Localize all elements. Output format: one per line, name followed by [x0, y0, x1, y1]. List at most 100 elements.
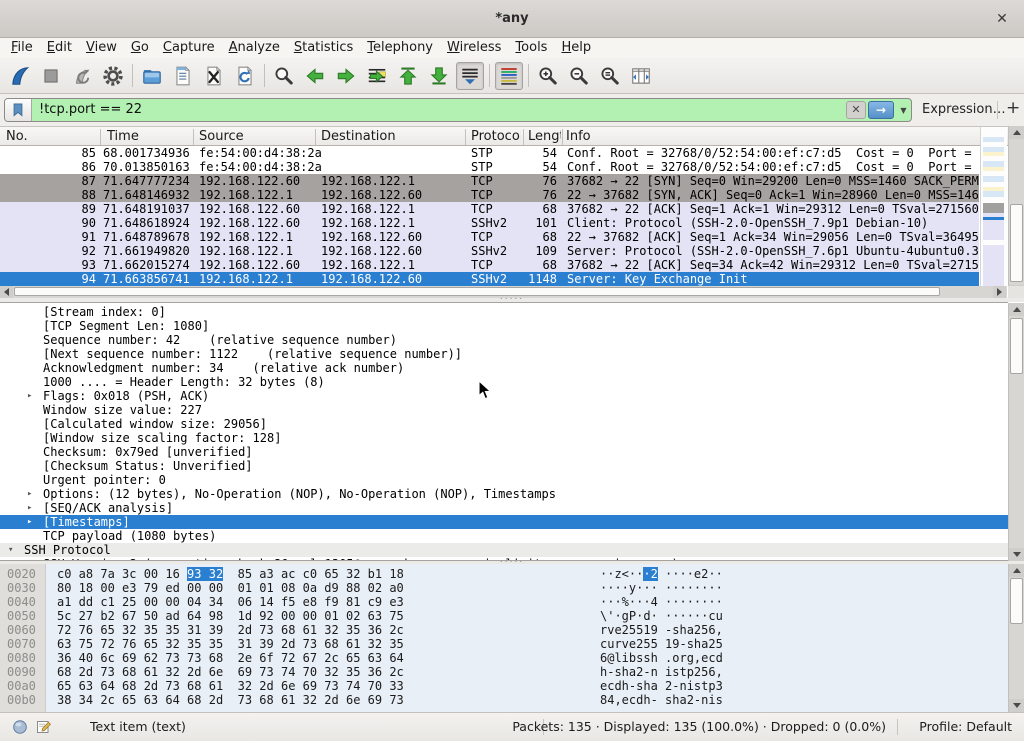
go-back-button[interactable] — [301, 62, 329, 90]
detail-line[interactable]: ▾SSH Protocol — [0, 543, 1008, 557]
hex-bytes[interactable]: 63 75 72 76 65 32 35 35 31 39 2d 73 68 6… — [57, 637, 404, 651]
bytes-vscrollbar[interactable] — [1008, 564, 1024, 712]
hex-row-0090[interactable]: 009068 2d 73 68 61 32 2d 6e 69 73 74 70 … — [0, 665, 1008, 679]
packet-list-vscrollbar[interactable] — [1008, 126, 1024, 298]
column-header-time[interactable]: Time — [107, 127, 167, 147]
expression-button[interactable]: Expression… — [922, 102, 1006, 117]
restart-capture-button[interactable] — [68, 62, 96, 90]
hex-row-0060[interactable]: 006072 76 65 32 35 35 31 39 2d 73 68 61 … — [0, 623, 1008, 637]
column-separator[interactable] — [315, 129, 316, 145]
column-header-protocol[interactable]: Protocol — [471, 127, 521, 147]
menu-analyze[interactable]: Analyze — [222, 38, 287, 58]
column-header-info[interactable]: Info — [566, 127, 626, 147]
title-bar[interactable]: *any ✕ — [0, 0, 1024, 38]
hex-row-0050[interactable]: 00505c 27 b2 67 50 ad 64 98 1d 92 00 00 … — [0, 609, 1008, 623]
go-to-packet-button[interactable] — [363, 62, 391, 90]
column-separator[interactable] — [562, 129, 563, 145]
expander-closed-icon[interactable]: ▸ — [27, 501, 32, 515]
expander-open-icon[interactable]: ▾ — [8, 543, 13, 557]
hex-bytes[interactable]: 80 18 00 e3 79 ed 00 00 01 01 08 0a d9 8… — [57, 581, 404, 595]
menu-tools[interactable]: Tools — [508, 38, 554, 58]
packet-row-93[interactable]: 9371.662015274192.168.122.60192.168.122.… — [0, 258, 979, 272]
packet-row-91[interactable]: 9171.648789678192.168.122.1192.168.122.6… — [0, 230, 979, 244]
close-icon[interactable]: ✕ — [992, 9, 1012, 29]
scroll-up-button[interactable] — [1009, 303, 1024, 316]
detail-line[interactable]: TCP payload (1080 bytes) — [0, 529, 1008, 543]
hex-bytes[interactable]: 65 63 64 68 2d 73 68 61 32 2d 6e 69 73 7… — [57, 679, 404, 693]
scroll-up-button[interactable] — [1009, 564, 1024, 577]
hex-ascii[interactable]: h-sha2-n istp256, — [600, 665, 723, 679]
packet-row-88[interactable]: 8871.648146932192.168.122.1192.168.122.6… — [0, 188, 979, 202]
column-separator[interactable] — [465, 129, 466, 145]
packet-row-90[interactable]: 9071.648618924192.168.122.60192.168.122.… — [0, 216, 979, 230]
menu-capture[interactable]: Capture — [156, 38, 222, 58]
detail-line[interactable]: ▸[Timestamps] — [0, 515, 1008, 529]
column-header-destination[interactable]: Destination — [321, 127, 441, 147]
hex-row-0030[interactable]: 003080 18 00 e3 79 ed 00 00 01 01 08 0a … — [0, 581, 1008, 595]
zoom-reset-button[interactable] — [596, 62, 624, 90]
hex-bytes[interactable]: 36 40 6c 69 62 73 73 68 2e 6f 72 67 2c 6… — [57, 651, 404, 665]
packet-row-92[interactable]: 9271.661949820192.168.122.1192.168.122.6… — [0, 244, 979, 258]
menu-go[interactable]: Go — [124, 38, 156, 58]
scrollbar-thumb[interactable] — [14, 287, 940, 296]
filter-history-dropdown-icon[interactable]: ▼ — [896, 106, 911, 115]
hex-ascii[interactable]: ···%···4 ········ — [600, 595, 723, 609]
detail-line[interactable]: Window size value: 227 — [0, 403, 1008, 417]
expander-closed-icon[interactable]: ▸ — [27, 515, 32, 529]
scrollbar-thumb[interactable] — [1010, 578, 1023, 624]
capture-options-button[interactable] — [99, 62, 127, 90]
detail-line[interactable]: [Calculated window size: 29056] — [0, 417, 1008, 431]
hex-bytes[interactable]: a1 dd c1 25 00 00 04 34 06 14 f5 e8 f9 8… — [57, 595, 404, 609]
hex-row-0070[interactable]: 007063 75 72 76 65 32 35 35 31 39 2d 73 … — [0, 637, 1008, 651]
detail-line[interactable]: [TCP Segment Len: 1080] — [0, 319, 1008, 333]
hex-row-0040[interactable]: 0040a1 dd c1 25 00 00 04 34 06 14 f5 e8 … — [0, 595, 1008, 609]
display-filter-input[interactable]: !tcp.port == 22 — [32, 99, 846, 121]
go-forward-button[interactable] — [332, 62, 360, 90]
auto-scroll-button[interactable] — [456, 62, 484, 90]
scroll-left-button[interactable] — [0, 286, 13, 298]
hex-row-00a0[interactable]: 00a065 63 64 68 2d 73 68 61 32 2d 6e 69 … — [0, 679, 1008, 693]
detail-line[interactable]: Urgent pointer: 0 — [0, 473, 1008, 487]
save-file-button[interactable] — [169, 62, 197, 90]
zoom-out-button[interactable] — [565, 62, 593, 90]
menu-telephony[interactable]: Telephony — [360, 38, 440, 58]
find-packet-button[interactable] — [270, 62, 298, 90]
hex-row-0020[interactable]: 0020c0 a8 7a 3c 00 16 93 32 85 a3 ac c0 … — [0, 567, 1008, 581]
detail-line[interactable]: ▸[SEQ/ACK analysis] — [0, 501, 1008, 515]
hex-bytes[interactable]: 38 34 2c 65 63 64 68 2d 73 68 61 32 2d 6… — [57, 693, 404, 707]
hex-ascii[interactable]: ····y··· ········ — [600, 581, 723, 595]
go-first-button[interactable] — [394, 62, 422, 90]
scrollbar-thumb[interactable] — [1010, 318, 1023, 374]
capture-comment-button[interactable] — [36, 719, 52, 738]
scroll-right-button[interactable] — [993, 286, 1006, 298]
detail-line[interactable]: [Next sequence number: 1122 (relative se… — [0, 347, 1008, 361]
column-separator[interactable] — [523, 129, 524, 145]
add-filter-button[interactable]: + — [1006, 98, 1020, 118]
hex-row-00b0[interactable]: 00b038 34 2c 65 63 64 68 2d 73 68 61 32 … — [0, 693, 1008, 707]
detail-line[interactable]: Acknowledgment number: 34 (relative ack … — [0, 361, 1008, 375]
hex-ascii[interactable]: \'·gP·d· ······cu — [600, 609, 723, 623]
hex-ascii[interactable]: 84,ecdh- sha2-nis — [600, 693, 723, 707]
scroll-down-button[interactable] — [1009, 548, 1024, 561]
detail-line[interactable]: 1000 .... = Header Length: 32 bytes (8) — [0, 375, 1008, 389]
column-header-source[interactable]: Source — [199, 127, 299, 147]
hex-bytes[interactable]: 5c 27 b2 67 50 ad 64 98 1d 92 00 00 01 0… — [57, 609, 404, 623]
reload-file-button[interactable] — [231, 62, 259, 90]
hex-ascii[interactable]: ecdh-sha 2-nistp3 — [600, 679, 723, 693]
hex-row-0080[interactable]: 008036 40 6c 69 62 73 73 68 2e 6f 72 67 … — [0, 651, 1008, 665]
hex-bytes[interactable]: 72 76 65 32 35 35 31 39 2d 73 68 61 32 3… — [57, 623, 404, 637]
detail-line[interactable]: Sequence number: 42 (relative sequence n… — [0, 333, 1008, 347]
column-separator[interactable] — [193, 129, 194, 145]
filter-clear-button[interactable]: ✕ — [846, 101, 866, 119]
zoom-in-button[interactable] — [534, 62, 562, 90]
expert-info-button[interactable] — [12, 719, 28, 738]
profile-selector[interactable]: Profile: Default — [919, 713, 1012, 741]
menu-file[interactable]: File — [4, 38, 40, 58]
scroll-down-button[interactable] — [1009, 699, 1024, 712]
hex-ascii[interactable]: curve255 19-sha25 — [600, 637, 723, 651]
filter-bookmark-button[interactable] — [5, 99, 32, 121]
menu-statistics[interactable]: Statistics — [287, 38, 360, 58]
menu-view[interactable]: View — [79, 38, 124, 58]
menu-edit[interactable]: Edit — [40, 38, 79, 58]
stop-capture-button[interactable] — [37, 62, 65, 90]
